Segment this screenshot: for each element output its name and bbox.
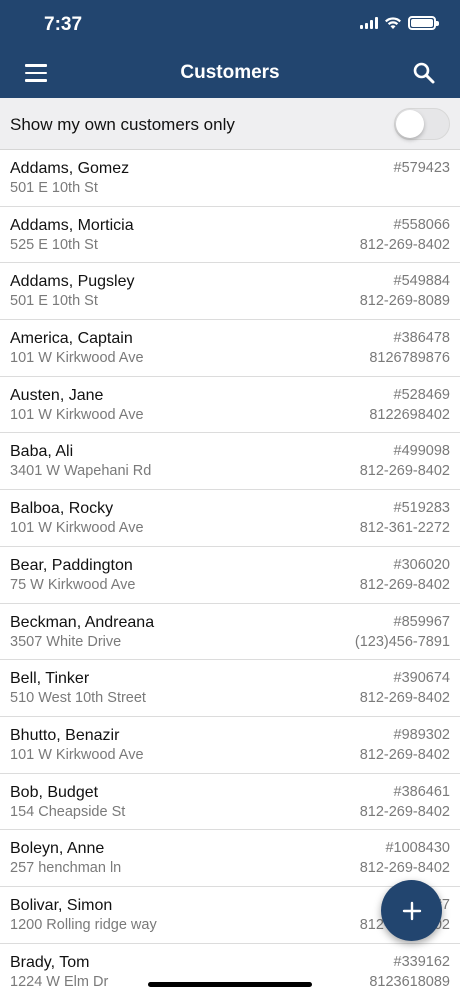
status-icons xyxy=(360,16,439,30)
toggle-knob xyxy=(396,110,424,138)
battery-icon xyxy=(408,16,439,30)
customer-row[interactable]: Brady, Tom 1224 W Elm Dr #339162 8123618089 xyxy=(0,943,460,996)
customer-name: Bob, Budget xyxy=(10,783,99,801)
customer-address: 101 W Kirkwood Ave xyxy=(10,350,144,367)
customer-name: Austen, Jane xyxy=(10,386,104,404)
customer-row[interactable]: Baba, Ali 3401 W Wapehani Rd #499098 812-26… xyxy=(0,433,460,491)
plus-icon xyxy=(402,901,421,920)
customer-name: Balboa, Rocky xyxy=(10,500,114,518)
customer-row[interactable]: Balboa, Rocky 101 W Kirkwood Ave #519283 81… xyxy=(0,490,460,547)
customer-phone: 812-269-8089 xyxy=(359,293,450,310)
customer-number: #558066 xyxy=(393,216,450,233)
status-time: 7:37 xyxy=(44,14,83,35)
customer-name: Bear, Paddington xyxy=(10,556,133,574)
customer-name: Boleyn, Anne xyxy=(10,840,105,858)
customer-phone: 8122698402 xyxy=(369,406,450,423)
customer-phone: 812-269-8402 xyxy=(359,746,450,763)
customer-address: 101 W Kirkwood Ave xyxy=(10,746,144,763)
customer-number: #390674 xyxy=(393,670,450,687)
customer-row[interactable]: Bob, Budget 154 Cheapside St #386461 812-26… xyxy=(0,773,460,831)
customer-phone: 812-269-8402 xyxy=(359,576,450,593)
customer-row[interactable]: Austen, Jane 101 W Kirkwood Ave #528469 812… xyxy=(0,376,460,434)
customer-row[interactable]: Boleyn, Anne 257 henchman ln #1008430 812-2… xyxy=(0,830,460,887)
customer-number: #386461 xyxy=(393,783,450,800)
customer-address: 3507 White Drive xyxy=(10,633,122,650)
customer-name: Bell, Tinker xyxy=(10,670,90,688)
app-header: 7:37 Customers xyxy=(0,0,460,98)
customer-address: 257 henchman ln xyxy=(10,860,122,877)
customer-address: 3401 W Wapehani Rd xyxy=(10,463,152,480)
customer-number: #1008430 xyxy=(385,840,450,857)
search-icon xyxy=(413,62,435,84)
customer-list: Addams, Gomez 501 E 10th St #579423 Addams,… xyxy=(0,150,460,996)
customer-address: 101 W Kirkwood Ave xyxy=(10,520,144,537)
customer-row[interactable]: Bear, Paddington 75 W Kirkwood Ave #306020… xyxy=(0,546,460,604)
customer-address: 1200 Rolling ridge way xyxy=(10,916,157,933)
customer-address: 525 E 10th St xyxy=(10,236,98,253)
add-customer-button[interactable] xyxy=(381,880,442,941)
customer-name: Baba, Ali xyxy=(10,443,74,461)
own-customers-toggle[interactable] xyxy=(394,108,450,140)
customer-address: 510 West 10th Street xyxy=(10,690,146,707)
page-title: Customers xyxy=(180,62,280,83)
customer-name: Addams, Gomez xyxy=(10,160,130,177)
customer-number: #528469 xyxy=(393,386,450,403)
customer-row[interactable]: Addams, Pugsley 501 E 10th St #549884 812-2… xyxy=(0,263,460,321)
customer-address: 501 E 10th St xyxy=(10,293,98,310)
customer-phone: 812-269-8402 xyxy=(359,690,450,707)
customer-number: #306020 xyxy=(393,556,450,573)
wifi-icon xyxy=(385,17,401,29)
customer-name: Bolivar, Simon xyxy=(10,896,113,914)
customer-number: #579423 xyxy=(393,160,450,176)
customer-row[interactable]: Addams, Gomez 501 E 10th St #579423 xyxy=(0,150,460,207)
filter-label: Show my own customers only xyxy=(10,115,235,134)
customer-name: America, Captain xyxy=(10,330,133,348)
customer-phone: 8123618089 xyxy=(369,973,450,990)
customer-phone: 812-269-8402 xyxy=(359,803,450,820)
customer-number: #386478 xyxy=(393,330,450,347)
customer-phone: 812-269-8402 xyxy=(359,860,450,877)
customer-name: Brady, Tom xyxy=(10,953,90,971)
customer-phone: 812-361-2272 xyxy=(359,520,450,537)
customer-number: #339162 xyxy=(393,953,450,970)
customer-phone: 812-269-8402 xyxy=(359,463,450,480)
customer-address: 501 E 10th St xyxy=(10,180,98,196)
customer-name: Addams, Morticia xyxy=(10,216,134,234)
customer-number: #519283 xyxy=(393,500,450,517)
customer-address: 75 W Kirkwood Ave xyxy=(10,576,136,593)
customer-phone: (123)456-7891 xyxy=(354,633,450,650)
customer-address: 154 Cheapside St xyxy=(10,803,126,820)
customer-number: #549884 xyxy=(393,273,450,290)
customer-phone: 812-269-8402 xyxy=(359,236,450,253)
customer-row[interactable]: Beckman, Andreana 3507 White Drive #859967… xyxy=(0,603,460,661)
customer-phone: 8126789876 xyxy=(369,350,450,367)
customer-row[interactable]: Bell, Tinker 510 West 10th Street #390674 8… xyxy=(0,660,460,717)
customer-number: #859967 xyxy=(393,613,450,630)
signal-icon xyxy=(360,17,378,29)
customer-number: #499098 xyxy=(393,443,450,460)
customer-address: 1224 W Elm Dr xyxy=(10,973,109,990)
customer-row[interactable]: America, Captain 101 W Kirkwood Ave #38647… xyxy=(0,320,460,377)
search-button[interactable] xyxy=(412,61,436,85)
customer-name: Beckman, Andreana xyxy=(10,613,155,631)
customer-address: 101 W Kirkwood Ave xyxy=(10,406,144,423)
home-indicator xyxy=(148,982,312,987)
customer-name: Bhutto, Benazir xyxy=(10,726,120,744)
own-customers-filter: Show my own customers only xyxy=(0,98,460,150)
customer-number: #989302 xyxy=(393,726,450,743)
customer-row[interactable]: Bhutto, Benazir 101 W Kirkwood Ave #989302… xyxy=(0,716,460,774)
customer-name: Addams, Pugsley xyxy=(10,273,135,291)
customer-row[interactable]: Addams, Morticia 525 E 10th St #558066 812-… xyxy=(0,206,460,264)
